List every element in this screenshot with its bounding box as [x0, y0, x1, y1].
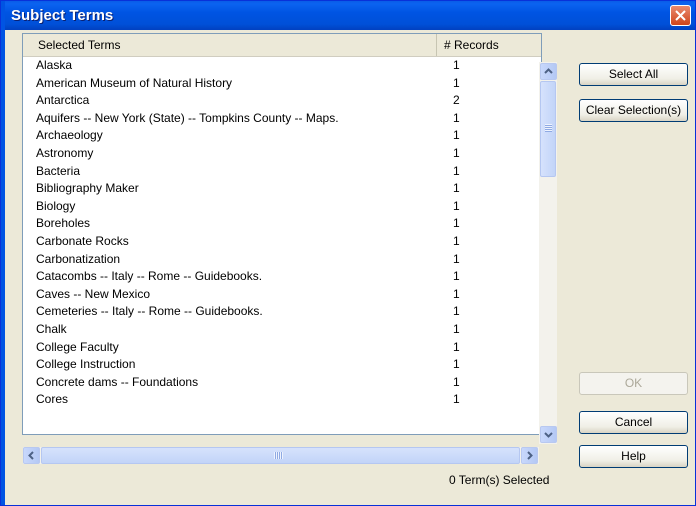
records-cell: 1	[453, 251, 460, 266]
thumb-grip	[274, 452, 283, 459]
list-item[interactable]: Carbonatization 1	[23, 251, 541, 269]
term-cell: Alaska	[36, 58, 73, 72]
term-cell: Boreholes	[36, 216, 91, 231]
list-item[interactable]: Antarctica 2	[23, 92, 541, 110]
term-cell: Cemeteries -- Italy -- Rome -- Guidebook…	[36, 304, 263, 319]
selection-status: 0 Term(s) Selected	[449, 473, 550, 487]
records-cell: 1	[453, 269, 460, 284]
help-button[interactable]: Help	[579, 445, 688, 468]
term-cell: Caves -- New Mexico	[36, 286, 151, 301]
list-rows: Alaska 1 American Museum of Natural Histor…	[23, 57, 541, 415]
list-item[interactable]: Cores 1	[23, 391, 541, 409]
list-item[interactable]: Catacombs -- Italy -- Rome -- Guidebooks…	[23, 268, 541, 286]
term-cell: Cores	[36, 392, 69, 407]
column-header-terms[interactable]: Selected Terms	[23, 34, 437, 56]
term-cell: Carbonatization	[36, 251, 121, 266]
arrow-down-icon	[544, 432, 553, 438]
list-item[interactable]: Biology 1	[23, 198, 541, 216]
list-item[interactable]: Archaeology 1	[23, 127, 541, 145]
arrow-left-icon	[28, 451, 34, 460]
records-cell: 1	[453, 75, 460, 90]
list-item[interactable]: Chalk 1	[23, 321, 541, 339]
records-cell: 1	[453, 163, 460, 178]
records-cell: 1	[453, 145, 460, 160]
list-item[interactable]: Cemeteries -- Italy -- Rome -- Guidebook…	[23, 303, 541, 321]
records-cell: 1	[453, 321, 460, 336]
subject-terms-dialog: Subject Terms Selected Terms # Records A…	[0, 0, 696, 506]
scroll-down-button[interactable]	[540, 426, 557, 443]
records-cell: 1	[453, 216, 460, 231]
records-cell: 1	[453, 181, 460, 196]
records-cell: 1	[453, 110, 460, 125]
vertical-scrollbar[interactable]	[539, 62, 557, 444]
close-button[interactable]	[670, 5, 691, 26]
records-cell: 1	[453, 339, 460, 354]
list-item[interactable]: American Museum of Natural History 1	[23, 75, 541, 93]
records-cell: 1	[453, 198, 460, 213]
list-item[interactable]: Bibliography Maker 1	[23, 180, 541, 198]
window-title: Subject Terms	[11, 7, 114, 24]
horizontal-scrollbar[interactable]	[23, 447, 539, 464]
records-cell: 1	[453, 392, 460, 407]
records-cell: 1	[453, 233, 460, 248]
term-cell: Chalk	[36, 321, 67, 336]
list-item[interactable]: Astronomy 1	[23, 145, 541, 163]
column-header-records[interactable]: # Records	[437, 34, 541, 56]
term-cell: Bacteria	[36, 163, 81, 178]
term-cell: Concrete dams -- Foundations	[36, 374, 199, 389]
scroll-right-button[interactable]	[521, 447, 538, 464]
list-item[interactable]: Aquifers -- New York (State) -- Tompkins…	[23, 110, 541, 128]
term-cell: Astronomy	[36, 145, 94, 160]
records-cell: 1	[453, 357, 460, 372]
scrollbar-corner	[539, 447, 557, 464]
records-cell: 1	[453, 286, 460, 301]
term-cell: Aquifers -- New York (State) -- Tompkins…	[36, 110, 339, 125]
title-bar[interactable]: Subject Terms	[1, 1, 695, 30]
vertical-scroll-thumb[interactable]	[540, 81, 556, 177]
list-item[interactable]: Boreholes 1	[23, 215, 541, 233]
close-icon	[675, 10, 686, 21]
list-item[interactable]: Concrete dams -- Foundations 1	[23, 374, 541, 392]
term-cell: Archaeology	[36, 128, 103, 143]
records-cell: 2	[453, 93, 460, 108]
list-item[interactable]: Carbonate Rocks 1	[23, 233, 541, 251]
horizontal-scroll-thumb[interactable]	[41, 447, 520, 464]
records-cell: 1	[453, 304, 460, 319]
term-cell: Carbonate Rocks	[36, 233, 129, 248]
term-cell: Bibliography Maker	[36, 181, 139, 196]
thumb-grip	[545, 124, 552, 132]
window-frame-left	[1, 1, 5, 505]
list-header: Selected Terms # Records	[23, 34, 541, 57]
term-cell: Catacombs -- Italy -- Rome -- Guidebooks…	[36, 269, 263, 284]
term-cell: American Museum of Natural History	[36, 75, 233, 90]
ok-button[interactable]: OK	[579, 372, 688, 395]
term-cell: College Faculty	[36, 339, 119, 354]
list-item[interactable]: Alaska 1	[23, 57, 541, 75]
list-item[interactable]: College Instruction 1	[23, 356, 541, 374]
scroll-up-button[interactable]	[540, 63, 557, 80]
arrow-up-icon	[544, 68, 553, 74]
select-all-button[interactable]: Select All	[579, 63, 688, 86]
list-item[interactable]: College Faculty 1	[23, 339, 541, 357]
term-cell: Biology	[36, 198, 76, 213]
records-cell: 1	[453, 58, 460, 72]
arrow-right-icon	[527, 451, 533, 460]
cancel-button[interactable]: Cancel	[579, 411, 688, 434]
records-cell: 1	[453, 128, 460, 143]
clear-selection-button[interactable]: Clear Selection(s)	[579, 99, 688, 122]
scroll-left-button[interactable]	[23, 447, 40, 464]
term-cell: Antarctica	[36, 93, 90, 108]
terms-list[interactable]: Selected Terms # Records Alaska 1 American…	[22, 33, 542, 435]
records-cell: 1	[453, 374, 460, 389]
list-item[interactable]: Caves -- New Mexico 1	[23, 286, 541, 304]
list-item[interactable]: Bacteria 1	[23, 163, 541, 181]
term-cell: College Instruction	[36, 357, 136, 372]
